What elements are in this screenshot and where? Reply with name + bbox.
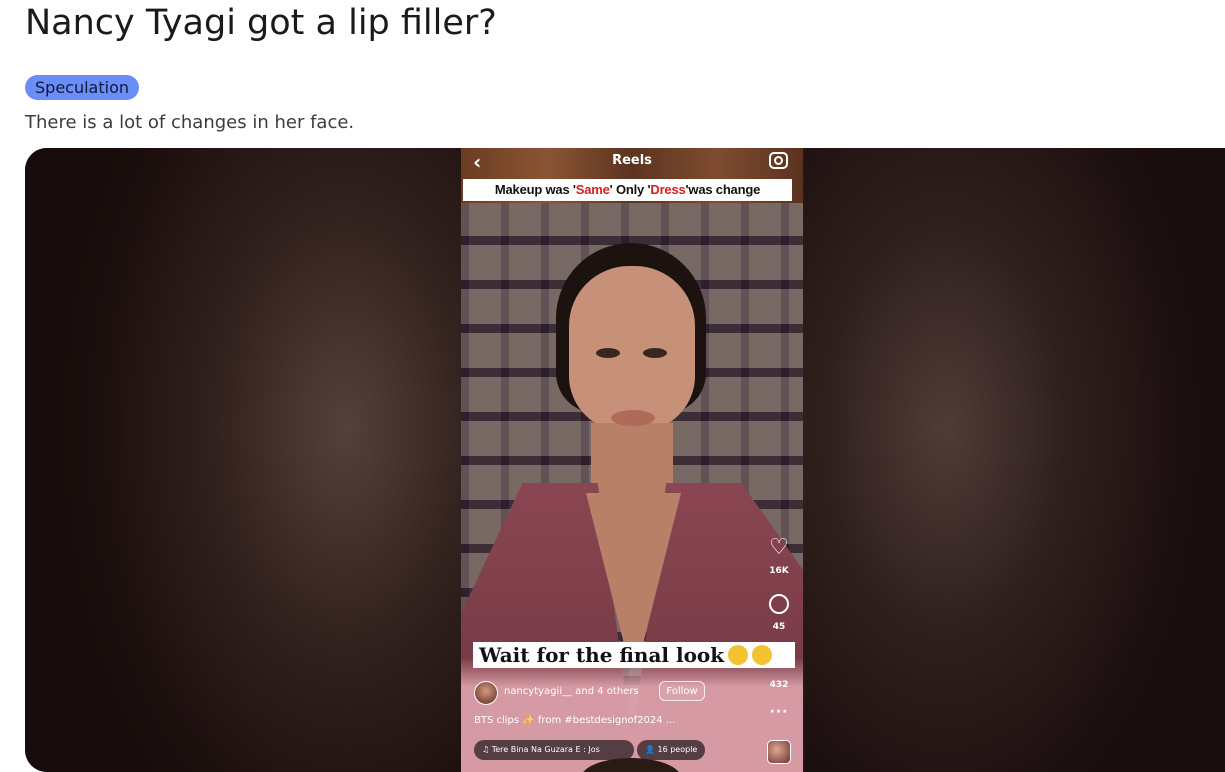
music-pill: ♫ Tere Bina Na Guzara E : Jos	[474, 740, 634, 760]
audio-thumbnail-icon	[767, 740, 791, 764]
avatar	[474, 681, 498, 705]
reel-overlay-caption: Wait for the final look	[473, 642, 795, 668]
flair-badge[interactable]: Speculation	[25, 75, 139, 100]
person-eye-right	[643, 348, 667, 358]
post-media[interactable]: ‹ Reels Makeup was 'Same' Only 'Dress'wa…	[25, 148, 1225, 772]
laughing-emoji-icon	[752, 645, 773, 665]
reel-header: ‹ Reels	[461, 150, 803, 174]
blurred-background-left	[25, 148, 465, 772]
reel-description: BTS clips ✨ from #bestdesignof2024 ...	[474, 715, 676, 726]
person-lips	[611, 410, 655, 426]
reel-top-caption: Makeup was 'Same' Only 'Dress'was change	[463, 179, 792, 201]
likes-count: 16K	[769, 566, 789, 576]
camera-icon	[769, 152, 788, 169]
post-body: There is a lot of changes in her face.	[25, 112, 355, 133]
post-title: Nancy Tyagi got a lip filler?	[25, 3, 497, 43]
person-eye-left	[596, 348, 620, 358]
reels-header-title: Reels	[612, 153, 652, 168]
people-pill: 👤 16 people	[637, 740, 705, 760]
reel-screenshot: ‹ Reels Makeup was 'Same' Only 'Dress'wa…	[461, 148, 803, 772]
blurred-background-right	[805, 148, 1225, 772]
shocked-emoji-icon	[728, 645, 749, 665]
heart-icon: ♡	[769, 535, 789, 560]
person-face	[569, 266, 695, 431]
follow-button: Follow	[659, 681, 705, 701]
more-options-icon: ···	[769, 704, 789, 720]
shares-count: 432	[769, 680, 789, 690]
comment-icon	[769, 594, 789, 614]
comments-count: 45	[772, 622, 786, 632]
reel-username: nancytyagii__ and 4 others	[504, 686, 639, 697]
